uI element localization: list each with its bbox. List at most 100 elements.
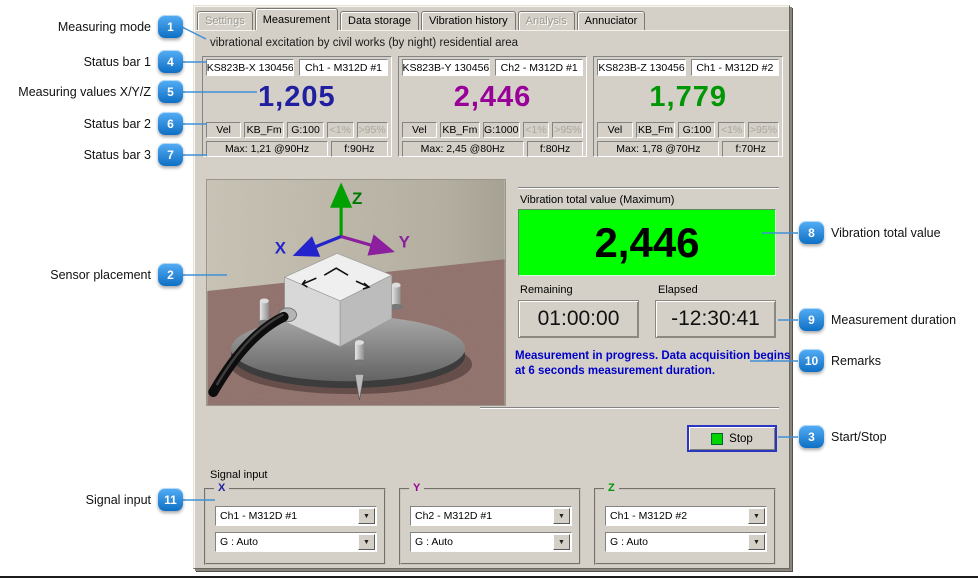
status-bar-3: Max: 1,78 @70Hz f:70Hz [597, 141, 779, 157]
weighting-cell: KB_Fm [244, 122, 284, 138]
combo-value: G : Auto [216, 536, 358, 548]
tab-bar: Settings Measurement Data storage Vibrat… [197, 8, 647, 30]
signal-input-group-z: Z Ch1 - M312D #2 ▼ G : Auto ▼ [594, 488, 776, 565]
chevron-down-icon[interactable]: ▼ [358, 508, 375, 524]
weighting-cell: KB_Fm [636, 122, 676, 138]
overload-cell: >95% [748, 122, 779, 138]
callout-measuring-mode: Measuring mode 1 [0, 15, 183, 38]
callout-badge[interactable]: 7 [158, 143, 183, 166]
callout-badge[interactable]: 5 [158, 80, 183, 103]
tab-analysis[interactable]: Analysis [518, 11, 575, 30]
combo-value: G : Auto [411, 536, 553, 548]
vibration-total-value: 2,446 [518, 209, 776, 276]
stop-button-label: Stop [729, 433, 753, 445]
channel-input-box: Ch1 - M312D #2 [691, 59, 779, 76]
callout-status-bar-1: Status bar 1 4 [0, 50, 183, 73]
gain-select[interactable]: G : Auto ▼ [410, 532, 572, 552]
channel-select[interactable]: Ch2 - M312D #1 ▼ [410, 506, 572, 526]
measuring-value: 1,205 [203, 76, 391, 119]
stop-indicator-square [711, 433, 723, 445]
measuring-mode-text: vibrational excitation by civil works (b… [210, 37, 518, 49]
axis-label-y: Y [399, 232, 410, 251]
signal-axis-label: X [214, 482, 229, 494]
channel-panel-x: KS823B-X 130456 Ch1 - M312D #1 1,205 Vel… [202, 56, 392, 157]
elapsed-time-display: -12:30:41 [655, 300, 776, 338]
elapsed-label: Elapsed [658, 284, 698, 296]
signal-input-label: Signal input [210, 469, 268, 481]
max-value-cell: Max: 2,45 @80Hz [402, 141, 524, 157]
underload-cell: <1% [718, 122, 745, 138]
callout-badge[interactable]: 9 [799, 308, 824, 331]
callout-label: Signal input [86, 493, 151, 507]
tab-settings[interactable]: Settings [197, 11, 253, 30]
callout-badge[interactable]: 6 [158, 112, 183, 135]
signal-input-group-x: X Ch1 - M312D #1 ▼ G : Auto ▼ [204, 488, 386, 565]
tab-strip-baseline [194, 30, 789, 31]
callout-badge[interactable]: 3 [799, 425, 824, 448]
channel-input-box: Ch1 - M312D #1 [299, 59, 387, 76]
sensor-id-box: KS823B-X 130456 [206, 59, 294, 76]
gain-select[interactable]: G : Auto ▼ [215, 532, 377, 552]
tab-vibration-history[interactable]: Vibration history [421, 11, 516, 30]
tab-measurement[interactable]: Measurement [255, 8, 338, 30]
sensor-id-box: KS823B-Z 130456 [597, 59, 685, 76]
callout-label: Remarks [831, 354, 881, 368]
callout-label: Vibration total value [831, 226, 941, 240]
callout-status-bar-2: Status bar 2 6 [0, 112, 183, 135]
gain-cell: G:100 [678, 122, 715, 138]
quantity-cell: Vel [206, 122, 241, 138]
callout-label: Sensor placement [50, 268, 151, 282]
chevron-down-icon[interactable]: ▼ [358, 534, 375, 550]
frequency-cell: f:90Hz [331, 141, 388, 157]
remarks-text: Measurement in progress. Data acquisitio… [515, 349, 793, 378]
measuring-value: 1,779 [594, 76, 782, 119]
status-bar-3: Max: 1,21 @90Hz f:90Hz [206, 141, 388, 157]
group-divider-top [518, 187, 779, 188]
callout-status-bar-3: Status bar 3 7 [0, 143, 183, 166]
signal-axis-label: Z [604, 482, 619, 494]
chevron-down-icon[interactable]: ▼ [553, 534, 570, 550]
combo-value: Ch2 - M312D #1 [411, 510, 553, 522]
callout-remarks: 10 Remarks [799, 349, 881, 372]
axis-label-x: X [275, 238, 287, 257]
channel-select[interactable]: Ch1 - M312D #2 ▼ [605, 506, 767, 526]
combo-value: Ch1 - M312D #1 [216, 510, 358, 522]
callout-label: Measuring values X/Y/Z [18, 85, 151, 99]
callout-badge[interactable]: 1 [158, 15, 183, 38]
weighting-cell: KB_Fm [440, 122, 480, 138]
callout-badge[interactable]: 4 [158, 50, 183, 73]
chevron-down-icon[interactable]: ▼ [553, 508, 570, 524]
gain-select[interactable]: G : Auto ▼ [605, 532, 767, 552]
channel-select[interactable]: Ch1 - M312D #1 ▼ [215, 506, 377, 526]
stop-button[interactable]: Stop [687, 425, 777, 452]
callout-badge[interactable]: 11 [158, 488, 183, 511]
frequency-cell: f:80Hz [527, 141, 584, 157]
callout-sensor-placement: Sensor placement 2 [0, 263, 183, 286]
tab-data-storage[interactable]: Data storage [340, 11, 419, 30]
overload-cell: >95% [552, 122, 583, 138]
underload-cell: <1% [327, 122, 354, 138]
callout-label: Status bar 3 [84, 148, 151, 162]
channel-input-box: Ch2 - M312D #1 [495, 59, 583, 76]
callout-badge[interactable]: 10 [799, 349, 824, 372]
chevron-down-icon[interactable]: ▼ [748, 508, 765, 524]
sensor-placement-image: Z X Y [206, 179, 506, 406]
callout-label: Start/Stop [831, 430, 887, 444]
combo-value: Ch1 - M312D #2 [606, 510, 748, 522]
callout-vibration-total-value: 8 Vibration total value [799, 221, 941, 244]
chevron-down-icon[interactable]: ▼ [748, 534, 765, 550]
max-value-cell: Max: 1,78 @70Hz [597, 141, 719, 157]
channel-panel-z: KS823B-Z 130456 Ch1 - M312D #2 1,779 Vel… [593, 56, 783, 157]
underload-cell: <1% [523, 122, 550, 138]
callout-label: Measurement duration [831, 313, 956, 327]
callout-badge[interactable]: 2 [158, 263, 183, 286]
gain-cell: G:100 [287, 122, 324, 138]
callout-measuring-values: Measuring values X/Y/Z 5 [0, 80, 183, 103]
quantity-cell: Vel [597, 122, 632, 138]
tab-annuciator[interactable]: Annuciator [577, 11, 646, 30]
callout-badge[interactable]: 8 [799, 221, 824, 244]
signal-input-group-y: Y Ch2 - M312D #1 ▼ G : Auto ▼ [399, 488, 581, 565]
status-bar-2: Vel KB_Fm G:100 <1% >95% [597, 122, 779, 138]
sensor-id-box: KS823B-Y 130456 [402, 59, 490, 76]
channel-panel-y: KS823B-Y 130456 Ch2 - M312D #1 2,446 Vel… [398, 56, 588, 157]
